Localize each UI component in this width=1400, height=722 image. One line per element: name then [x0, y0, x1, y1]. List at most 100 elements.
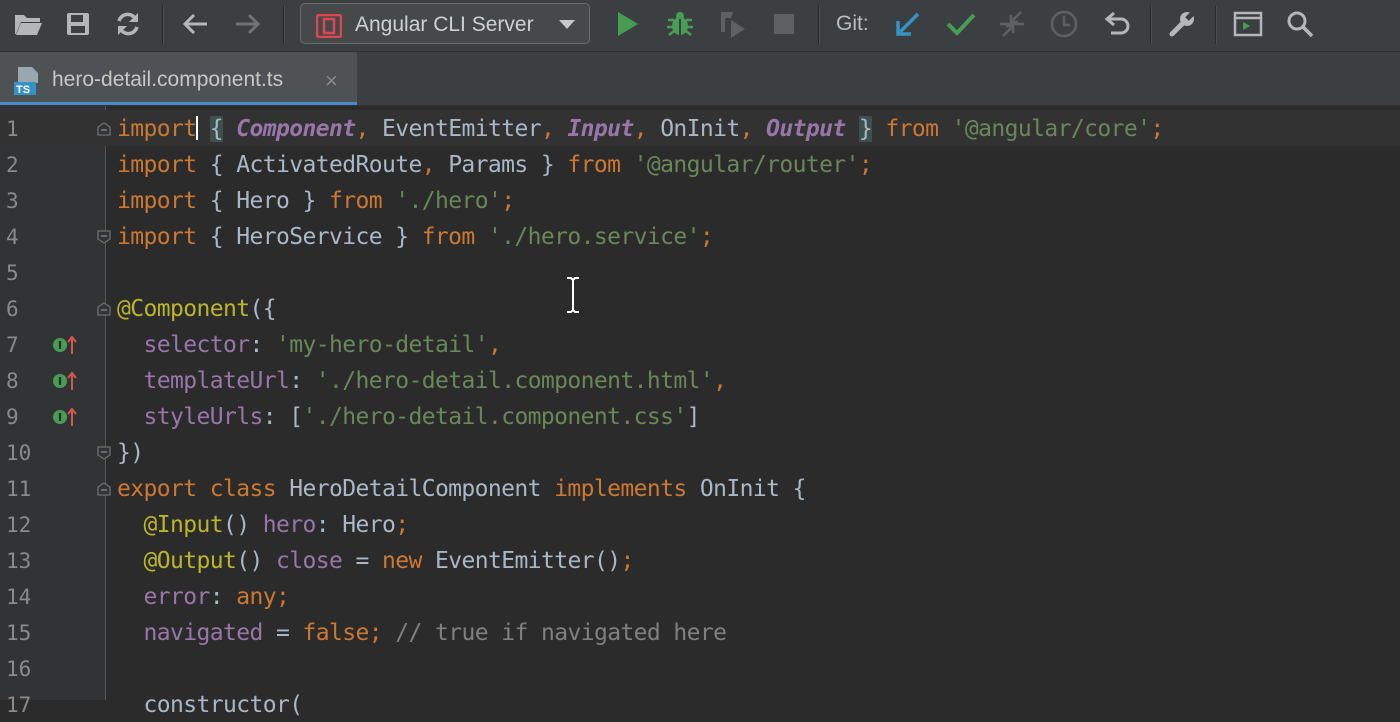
code-token: OnInit {	[699, 476, 807, 502]
git-commit-icon[interactable]	[941, 4, 981, 44]
fold-marker-icon[interactable]	[97, 122, 111, 136]
line-number: 16	[6, 657, 32, 681]
code-token: ;	[368, 620, 396, 646]
fold-marker-icon[interactable]	[97, 482, 111, 496]
code-token: })	[117, 440, 144, 466]
line-number: 12	[6, 513, 32, 537]
code-line[interactable]: 3 import { Hero } from './hero';	[0, 182, 1400, 218]
code-token: import	[117, 116, 197, 142]
revert-icon[interactable]	[1097, 4, 1137, 44]
code-line[interactable]: 11 export class HeroDetailComponent imple…	[0, 470, 1400, 506]
code-token: ;	[858, 152, 873, 178]
line-number: 14	[6, 585, 32, 609]
code-line[interactable]: 6 @Component({	[0, 290, 1400, 326]
code-token: {	[209, 116, 224, 142]
code-token: error	[143, 584, 211, 610]
code-token: './hero-detail.component.html'	[315, 368, 714, 394]
fold-marker-icon[interactable]	[97, 446, 111, 460]
code-line[interactable]: 1 import { Component, EventEmitter, Input…	[0, 110, 1400, 146]
forward-arrow-icon[interactable]	[228, 4, 268, 44]
line-number: 11	[6, 477, 32, 501]
code-token: EventEmitter	[381, 116, 542, 142]
code-line[interactable]: 12 @Input() hero: Hero;	[0, 506, 1400, 542]
git-update-icon[interactable]	[888, 4, 928, 44]
code-line[interactable]: 15 navigated = false; // true if navigat…	[0, 614, 1400, 650]
back-arrow-icon[interactable]	[175, 4, 215, 44]
line-number: 8	[6, 369, 19, 393]
implements-marker-icon[interactable]	[52, 334, 78, 356]
code-text: navigated = false; // true if navigated …	[117, 620, 728, 646]
code-token: ,	[487, 332, 502, 358]
sync-icon[interactable]	[108, 4, 148, 44]
code-line[interactable]: 9 styleUrls: ['./hero-detail.component.c…	[0, 398, 1400, 434]
code-token: selector	[143, 332, 251, 358]
code-token: ;	[276, 584, 290, 610]
code-token: constructor(	[143, 692, 304, 718]
run-coverage-icon[interactable]	[712, 4, 752, 44]
run-icon[interactable]	[608, 4, 648, 44]
code-line[interactable]: 8 templateUrl: './hero-detail.component.…	[0, 362, 1400, 398]
code-token: { HeroService }	[196, 224, 422, 250]
code-line[interactable]: 14 error: any;	[0, 578, 1400, 614]
implements-marker-icon[interactable]	[52, 406, 78, 428]
code-line[interactable]: 2 import { ActivatedRoute, Params } from …	[0, 146, 1400, 182]
stop-icon[interactable]	[764, 4, 804, 44]
code-line[interactable]: 4 import { HeroService } from './hero.ser…	[0, 218, 1400, 254]
main-toolbar: Angular CLI Server Git:	[0, 0, 1400, 52]
code-token: ()	[222, 512, 263, 538]
line-number: 9	[6, 405, 19, 429]
code-token: @Input	[143, 512, 224, 538]
code-token: '@angular/core'	[951, 116, 1151, 142]
code-token: new	[381, 548, 435, 574]
code-token: ({	[249, 296, 276, 322]
code-token: :	[209, 584, 237, 610]
close-icon[interactable]: ×	[325, 68, 338, 94]
code-line[interactable]: 7 selector: 'my-hero-detail',	[0, 326, 1400, 362]
code-text: export class HeroDetailComponent impleme…	[117, 476, 806, 502]
code-token: }	[858, 116, 873, 142]
tab-hero-detail-component[interactable]: TS hero-detail.component.ts ×	[0, 52, 357, 106]
run-configuration-selector[interactable]: Angular CLI Server	[300, 3, 590, 44]
implements-marker-icon[interactable]	[52, 370, 78, 392]
code-line[interactable]: 17 constructor(	[0, 686, 1400, 722]
code-token: false	[302, 620, 369, 646]
code-line[interactable]: 13 @Output() close = new EventEmitter();	[0, 542, 1400, 578]
code-token: ;	[501, 188, 515, 214]
code-line[interactable]: 16	[0, 650, 1400, 686]
code-token: './hero-detail.component.css'	[302, 404, 687, 430]
git-compare-icon[interactable]	[992, 4, 1032, 44]
code-editor[interactable]: 1 import { Component, EventEmitter, Input…	[0, 106, 1400, 718]
typescript-file-icon: TS	[14, 66, 42, 96]
code-token: import	[117, 152, 197, 178]
editor-tab-bar: TS hero-detail.component.ts ×	[0, 52, 1400, 106]
code-line[interactable]: 10})	[0, 434, 1400, 470]
code-token: : [	[262, 404, 303, 430]
code-token: ,	[421, 152, 449, 178]
code-text: import { ActivatedRoute, Params } from '…	[117, 152, 873, 178]
code-text: templateUrl: './hero-detail.component.ht…	[117, 368, 728, 394]
code-token: :	[249, 332, 276, 358]
fold-marker-icon[interactable]	[97, 302, 111, 316]
git-history-icon[interactable]	[1044, 4, 1084, 44]
wrench-icon[interactable]	[1162, 4, 1202, 44]
code-token: =	[342, 548, 382, 574]
chevron-down-icon	[559, 20, 575, 29]
code-line[interactable]: 5	[0, 254, 1400, 290]
search-icon[interactable]	[1280, 4, 1320, 44]
code-token: export class	[117, 476, 290, 502]
fold-marker-icon[interactable]	[97, 230, 111, 244]
line-number: 3	[6, 189, 19, 213]
line-number: 13	[6, 549, 32, 573]
code-text: import { Hero } from './hero';	[117, 188, 515, 214]
code-token: =	[262, 620, 303, 646]
terminal-icon[interactable]	[1228, 4, 1268, 44]
open-folder-icon[interactable]	[8, 4, 48, 44]
line-number: 5	[6, 261, 19, 285]
save-icon[interactable]	[58, 4, 98, 44]
debug-icon[interactable]	[660, 4, 700, 44]
